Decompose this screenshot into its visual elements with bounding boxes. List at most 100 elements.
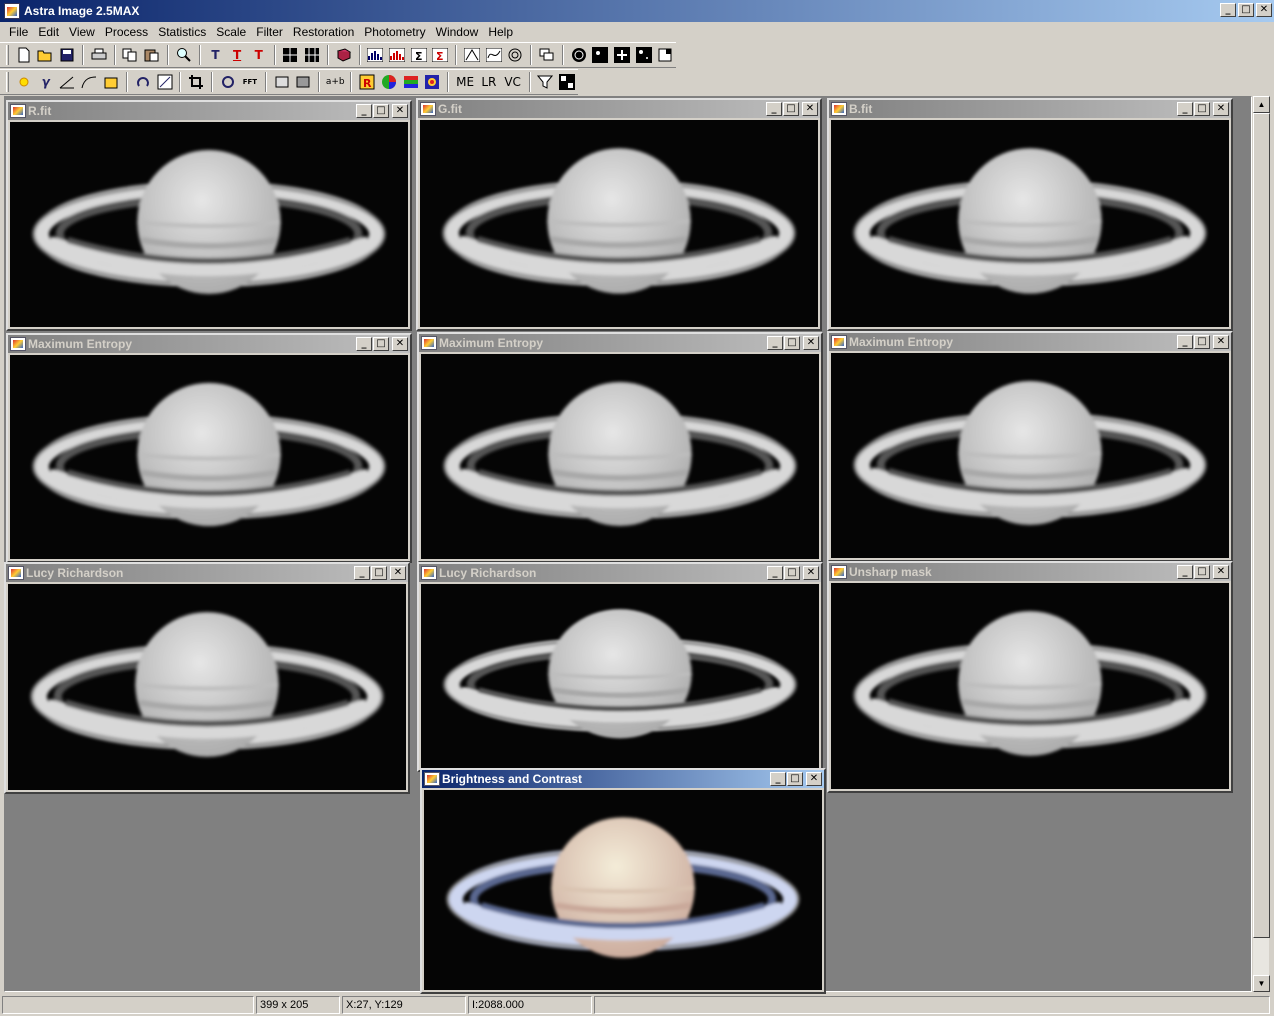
sum-icon[interactable]: Σ — [408, 44, 430, 66]
window-minimize-button[interactable]: _ — [770, 772, 786, 786]
image-window[interactable]: Lucy Richardson _ □ ✕ — [417, 562, 823, 772]
maximum-entropy-button[interactable]: ME — [453, 71, 477, 93]
image-window[interactable]: R.fit _ □ ✕ — [6, 100, 412, 331]
menu-view[interactable]: View — [64, 25, 100, 39]
image-window-titlebar[interactable]: Unsharp mask _ □ ✕ — [829, 563, 1231, 581]
grid-icon[interactable] — [280, 44, 302, 66]
window-minimize-button[interactable]: _ — [356, 337, 372, 351]
image-window-titlebar[interactable]: Lucy Richardson _ □ ✕ — [419, 564, 821, 582]
image-window-titlebar[interactable]: B.fit _ □ ✕ — [829, 100, 1231, 118]
crop-icon[interactable] — [185, 71, 207, 93]
window-maximize-button[interactable]: □ — [784, 336, 800, 350]
brightness-sun-icon[interactable] — [13, 71, 35, 93]
color-balance-icon[interactable] — [421, 71, 443, 93]
histogram-red-icon[interactable] — [386, 44, 408, 66]
menu-window[interactable]: Window — [431, 25, 484, 39]
curve-icon[interactable] — [461, 44, 483, 66]
saturn-image[interactable] — [420, 120, 818, 327]
color-bars-icon[interactable] — [400, 71, 422, 93]
fft-icon[interactable]: FFT — [239, 71, 261, 93]
print-icon[interactable] — [88, 44, 110, 66]
window-maximize-button[interactable]: □ — [1194, 102, 1210, 116]
menu-edit[interactable]: Edit — [33, 25, 64, 39]
window-minimize-button[interactable]: _ — [1177, 565, 1193, 579]
zoom-magnifier-icon[interactable] — [173, 44, 195, 66]
window-maximize-button[interactable]: □ — [783, 102, 799, 116]
add-images-icon[interactable]: a+b — [324, 71, 346, 93]
saturn-color-image[interactable] — [424, 790, 822, 990]
close-button[interactable]: ✕ — [1256, 3, 1272, 17]
toolbar-grip[interactable] — [6, 72, 9, 92]
image-window-titlebar[interactable]: Maximum Entropy _ □ ✕ — [8, 335, 410, 353]
rotate-icon[interactable] — [132, 71, 154, 93]
window-close-button[interactable]: ✕ — [803, 336, 819, 350]
saturn-image[interactable] — [831, 120, 1229, 327]
image-window[interactable]: Maximum Entropy _ □ ✕ — [6, 333, 412, 563]
star-field-icon[interactable] — [633, 44, 655, 66]
toolbar-grip[interactable] — [6, 45, 9, 65]
window-close-button[interactable]: ✕ — [392, 337, 408, 351]
text-tool-icon[interactable]: T — [205, 44, 227, 66]
filter-loop-icon[interactable] — [217, 71, 239, 93]
save-disk-icon[interactable] — [56, 44, 78, 66]
tile-icon[interactable] — [301, 44, 323, 66]
maximize-button[interactable]: □ — [1238, 3, 1254, 17]
curve-slope-icon[interactable] — [57, 71, 79, 93]
image-window-titlebar[interactable]: R.fit _ □ ✕ — [8, 102, 410, 120]
cascade-windows-icon[interactable] — [536, 44, 558, 66]
color-wheel-icon[interactable] — [378, 71, 400, 93]
histogram-icon[interactable] — [365, 44, 387, 66]
levels-icon[interactable] — [100, 71, 122, 93]
menu-scale[interactable]: Scale — [211, 25, 251, 39]
minimize-button[interactable]: _ — [1220, 3, 1236, 17]
window-minimize-button[interactable]: _ — [766, 102, 782, 116]
sum-red-icon[interactable]: Σ — [429, 44, 451, 66]
image-window[interactable]: Maximum Entropy _ □ ✕ — [417, 332, 823, 563]
van-cittert-button[interactable]: VC — [501, 71, 525, 93]
saturn-image[interactable] — [8, 584, 406, 790]
image-window[interactable]: G.fit _ □ ✕ — [416, 98, 822, 331]
window-minimize-button[interactable]: _ — [356, 104, 372, 118]
scroll-thumb[interactable] — [1253, 113, 1270, 938]
window-close-button[interactable]: ✕ — [803, 566, 819, 580]
window-close-button[interactable]: ✕ — [390, 566, 406, 580]
saturn-image[interactable] — [10, 122, 408, 327]
window-maximize-button[interactable]: □ — [1194, 565, 1210, 579]
scroll-up-icon[interactable]: ▲ — [1253, 96, 1270, 113]
mosaic-icon[interactable] — [556, 71, 578, 93]
window-maximize-button[interactable]: □ — [784, 566, 800, 580]
window-close-button[interactable]: ✕ — [1213, 102, 1229, 116]
arc-icon[interactable] — [78, 71, 100, 93]
app-title-bar[interactable]: Astra Image 2.5MAX _ □ ✕ — [0, 0, 1274, 22]
window-close-button[interactable]: ✕ — [802, 102, 818, 116]
window-close-button[interactable]: ✕ — [806, 772, 822, 786]
mask-icon[interactable] — [271, 71, 293, 93]
window-maximize-button[interactable]: □ — [373, 337, 389, 351]
image-window[interactable]: Unsharp mask _ □ ✕ — [827, 561, 1233, 793]
rgb-combine-icon[interactable]: R — [356, 71, 378, 93]
window-close-button[interactable]: ✕ — [1213, 565, 1229, 579]
saturn-image[interactable] — [10, 355, 408, 559]
saturn-image[interactable] — [421, 354, 819, 559]
window-minimize-button[interactable]: _ — [1177, 102, 1193, 116]
saturn-image[interactable] — [831, 353, 1229, 558]
window-minimize-button[interactable]: _ — [767, 566, 783, 580]
image-window-active[interactable]: Brightness and Contrast _ □ ✕ — [420, 768, 826, 994]
scroll-down-icon[interactable]: ▼ — [1253, 975, 1270, 992]
window-minimize-button[interactable]: _ — [767, 336, 783, 350]
window-minimize-button[interactable]: _ — [354, 566, 370, 580]
text-underline-icon[interactable]: T — [226, 44, 248, 66]
star-dark-icon[interactable] — [589, 44, 611, 66]
vertical-scrollbar[interactable]: ▲ ▼ — [1252, 96, 1270, 992]
window-maximize-button[interactable]: □ — [371, 566, 387, 580]
text-rotate-icon[interactable]: T — [248, 44, 270, 66]
image-window[interactable]: Maximum Entropy _ □ ✕ — [827, 331, 1233, 562]
spiral-icon[interactable] — [504, 44, 526, 66]
book-icon[interactable] — [333, 44, 355, 66]
star-bright-icon[interactable] — [611, 44, 633, 66]
window-maximize-button[interactable]: □ — [1194, 335, 1210, 349]
image-window-titlebar[interactable]: Brightness and Contrast _ □ ✕ — [422, 770, 824, 788]
menu-help[interactable]: Help — [483, 25, 518, 39]
saturn-image[interactable] — [831, 583, 1229, 789]
frame-icon[interactable] — [654, 44, 676, 66]
